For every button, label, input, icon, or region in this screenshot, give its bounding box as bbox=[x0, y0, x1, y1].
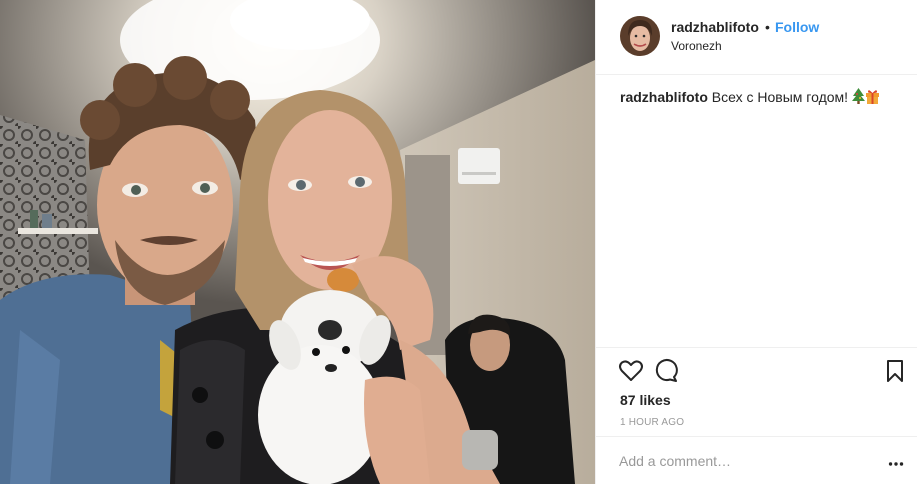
post-header: radzhablifoto • Follow Voronezh bbox=[596, 0, 917, 75]
christmas-tree-icon bbox=[851, 88, 865, 108]
avatar[interactable] bbox=[620, 16, 660, 56]
instagram-post: radzhablifoto • Follow Voronezh radzhabl… bbox=[0, 0, 917, 484]
username-link[interactable]: radzhablifoto bbox=[671, 19, 759, 35]
post-timestamp[interactable]: 1 HOUR AGO bbox=[620, 417, 684, 428]
caption-text: Всех с Новым годом! bbox=[711, 89, 849, 105]
selfie-photo-image bbox=[0, 0, 595, 484]
comment-input[interactable] bbox=[619, 450, 869, 472]
comment-icon[interactable] bbox=[654, 358, 680, 384]
gift-icon bbox=[865, 88, 880, 108]
post-caption: radzhablifoto Всех с Новым годом! bbox=[620, 88, 880, 108]
bookmark-icon[interactable] bbox=[882, 358, 908, 384]
location-link[interactable]: Voronezh bbox=[671, 39, 722, 53]
likes-count[interactable]: 87 likes bbox=[620, 392, 671, 408]
post-side-panel: radzhablifoto • Follow Voronezh radzhabl… bbox=[595, 0, 917, 484]
caption-username[interactable]: radzhablifoto bbox=[620, 89, 708, 105]
post-photo[interactable] bbox=[0, 0, 595, 484]
comment-bar bbox=[596, 436, 917, 484]
follow-button[interactable]: Follow bbox=[775, 19, 819, 35]
more-options-icon[interactable] bbox=[888, 456, 904, 466]
avatar-image bbox=[620, 16, 660, 56]
separator-dot: • bbox=[765, 19, 770, 35]
action-bar bbox=[596, 347, 917, 392]
heart-icon[interactable] bbox=[618, 358, 644, 384]
